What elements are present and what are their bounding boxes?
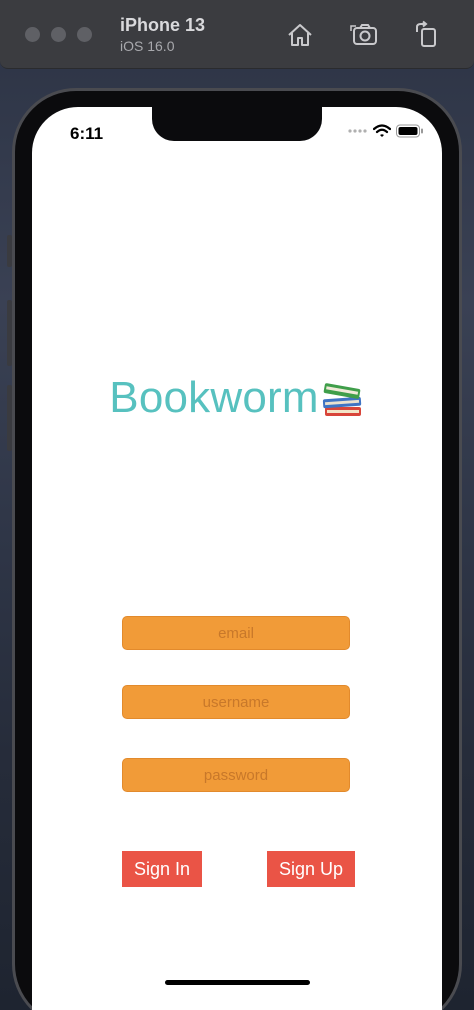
rotate-icon[interactable] — [412, 20, 442, 50]
simulator-toolbar: iPhone 13 iOS 16.0 — [0, 0, 474, 69]
volume-down-button — [7, 385, 12, 451]
password-field[interactable] — [122, 758, 350, 792]
app-title: Bookworm — [109, 373, 319, 422]
notch — [152, 107, 322, 141]
books-icon — [322, 383, 361, 416]
battery-icon — [396, 124, 423, 138]
status-time: 6:11 — [70, 124, 104, 143]
window-minimize-button[interactable] — [51, 27, 66, 42]
email-field[interactable] — [122, 616, 350, 650]
app-header: Bookworm — [32, 373, 442, 423]
camera-icon[interactable] — [350, 20, 380, 50]
volume-up-button — [7, 300, 12, 366]
wifi-icon — [373, 124, 391, 137]
device-name: iPhone 13 — [120, 15, 206, 35]
home-indicator[interactable] — [165, 980, 310, 985]
home-icon[interactable] — [285, 20, 315, 50]
silent-switch — [7, 235, 12, 267]
window-close-button[interactable] — [25, 27, 40, 42]
username-field[interactable] — [122, 685, 350, 719]
sign-in-button[interactable]: Sign In — [122, 851, 202, 887]
sign-up-button[interactable]: Sign Up — [267, 851, 355, 887]
app-screen: 6:11 Bookworm Sign In Sign Up — [32, 107, 442, 1010]
cellular-signal-icon — [348, 129, 367, 133]
window-zoom-button[interactable] — [77, 27, 92, 42]
os-version: iOS 16.0 — [120, 38, 175, 54]
